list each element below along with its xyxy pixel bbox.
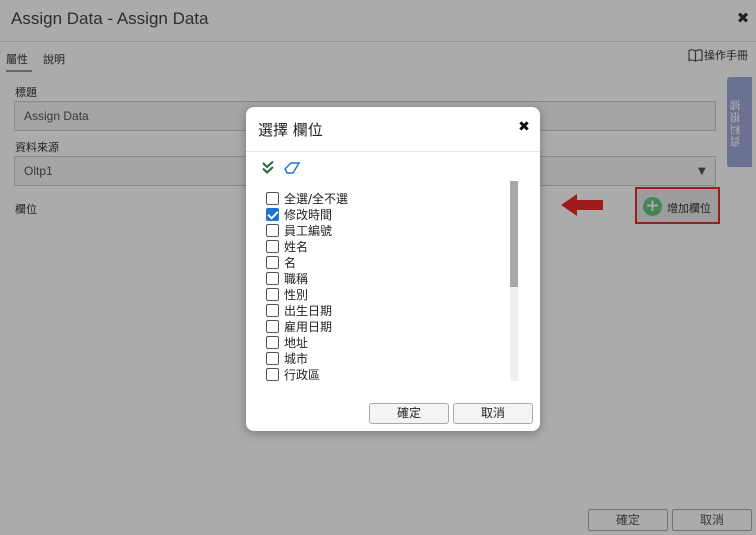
- item-label: 修改時間: [284, 208, 333, 222]
- checkbox[interactable]: [266, 224, 279, 237]
- item-label: 城市: [284, 352, 309, 366]
- checkbox[interactable]: [266, 368, 279, 381]
- checkbox[interactable]: [266, 304, 279, 317]
- item-label: 性別: [284, 288, 309, 302]
- checkbox[interactable]: [266, 352, 279, 365]
- item-label: 職稱: [284, 272, 309, 286]
- checkbox[interactable]: [266, 240, 279, 253]
- checkbox[interactable]: [266, 336, 279, 349]
- dialog-divider: [246, 151, 540, 152]
- dialog-cancel-button[interactable]: 取消: [453, 403, 533, 424]
- item-label: 員工編號: [284, 224, 333, 238]
- checkbox[interactable]: [266, 272, 279, 285]
- checkbox[interactable]: [266, 288, 279, 301]
- eraser-icon[interactable]: [284, 162, 300, 174]
- item-label: 行政區: [284, 368, 321, 381]
- dialog-title: 選擇 欄位: [258, 121, 323, 139]
- item-label: 雇用日期: [284, 320, 333, 334]
- select-fields-dialog: 選擇 欄位 ✖ 全選/全不選 修改時間員工編號姓名名職稱性別出生日期雇用日期地址城…: [246, 107, 540, 431]
- dialog-ok-button[interactable]: 確定: [369, 403, 449, 424]
- item-label: 出生日期: [284, 304, 333, 318]
- close-icon[interactable]: ✖: [518, 120, 530, 134]
- checkbox[interactable]: [266, 208, 279, 221]
- checkbox[interactable]: [266, 320, 279, 333]
- item-label: 地址: [284, 336, 309, 350]
- scrollbar-thumb[interactable]: [510, 181, 518, 287]
- field-list: 全選/全不選修改時間員工編號姓名名職稱性別出生日期雇用日期地址城市行政區郵遞區號: [266, 183, 518, 381]
- item-label: 名: [284, 256, 297, 270]
- item-label: 全選/全不選: [284, 192, 349, 206]
- double-check-icon[interactable]: [262, 161, 274, 175]
- checkbox[interactable]: [266, 192, 279, 205]
- item-label: 姓名: [284, 240, 309, 254]
- checkbox[interactable]: [266, 256, 279, 269]
